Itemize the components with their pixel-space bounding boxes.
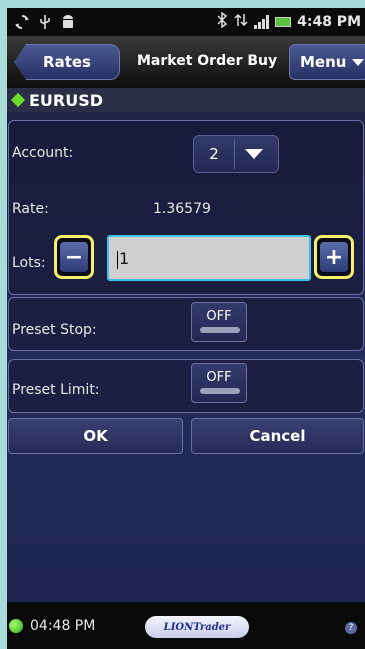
ok-label: OK <box>83 427 108 445</box>
rate-value: 1.36579 <box>153 201 211 217</box>
lots-value: 1 <box>119 249 130 268</box>
logo-text: LIONTrader <box>163 621 231 633</box>
menu-label: Menu <box>300 53 347 71</box>
symbol-header: EURUSD <box>7 88 365 112</box>
minus-icon: − <box>60 242 88 272</box>
title-bar: Rates Market Order Buy Menu <box>7 36 365 88</box>
account-value: 2 <box>209 145 219 163</box>
lots-decrement-button[interactable]: − <box>54 235 94 279</box>
connection-status-icon <box>9 618 23 633</box>
account-select[interactable]: 2 <box>193 135 279 173</box>
symbol-name: EURUSD <box>29 90 104 110</box>
sync-icon <box>14 14 30 30</box>
lots-input[interactable]: 1 <box>107 235 311 281</box>
rate-label: Rate: <box>12 201 49 217</box>
account-label: Account: <box>12 145 74 161</box>
order-form: Account: 2 Rate: 1.36579 Lots: − 1 + Pre… <box>7 112 365 602</box>
android-debug-icon <box>60 14 76 30</box>
preset-stop-label: Preset Stop: <box>12 322 97 338</box>
text-cursor <box>117 250 118 269</box>
cancel-button[interactable]: Cancel <box>191 418 364 454</box>
order-details-panel: Account: 2 Rate: 1.36579 Lots: − 1 + <box>8 120 364 295</box>
select-divider <box>234 139 235 169</box>
toggle-indicator <box>200 327 240 333</box>
footer-time: 04:48 PM <box>30 617 96 634</box>
preset-limit-toggle[interactable]: OFF <box>191 363 247 403</box>
preset-stop-panel: Preset Stop: OFF <box>8 297 364 351</box>
usb-icon <box>37 14 53 30</box>
signal-icon <box>254 15 270 29</box>
preset-limit-panel: Preset Limit: OFF <box>8 359 364 413</box>
diamond-icon <box>10 92 26 108</box>
plus-icon: + <box>320 242 348 272</box>
lots-increment-button[interactable]: + <box>314 235 354 279</box>
ok-button[interactable]: OK <box>8 418 183 454</box>
status-time: 4:48 PM <box>297 14 361 30</box>
data-transfer-icon <box>234 12 248 32</box>
footer-bar: 04:48 PM LIONTrader ? <box>7 602 365 649</box>
preset-limit-label: Preset Limit: <box>12 382 100 398</box>
chevron-down-icon <box>352 58 365 66</box>
chevron-down-icon <box>245 149 263 159</box>
preset-limit-toggle-label: OFF <box>206 370 232 385</box>
cancel-label: Cancel <box>249 427 306 445</box>
lots-label: Lots: <box>12 255 46 271</box>
preset-stop-toggle[interactable]: OFF <box>191 302 247 342</box>
toggle-indicator <box>200 388 240 394</box>
liontrader-logo: LIONTrader <box>145 616 249 638</box>
preset-stop-toggle-label: OFF <box>206 309 232 324</box>
status-bar: 4:48 PM <box>7 8 365 36</box>
battery-icon <box>275 17 292 27</box>
page-title: Market Order Buy <box>137 53 278 69</box>
menu-button[interactable]: Menu <box>289 44 365 80</box>
rates-back-button[interactable]: Rates <box>14 44 120 80</box>
bluetooth-icon <box>216 11 228 32</box>
help-icon[interactable]: ? <box>345 622 357 634</box>
rates-back-label: Rates <box>43 53 91 71</box>
